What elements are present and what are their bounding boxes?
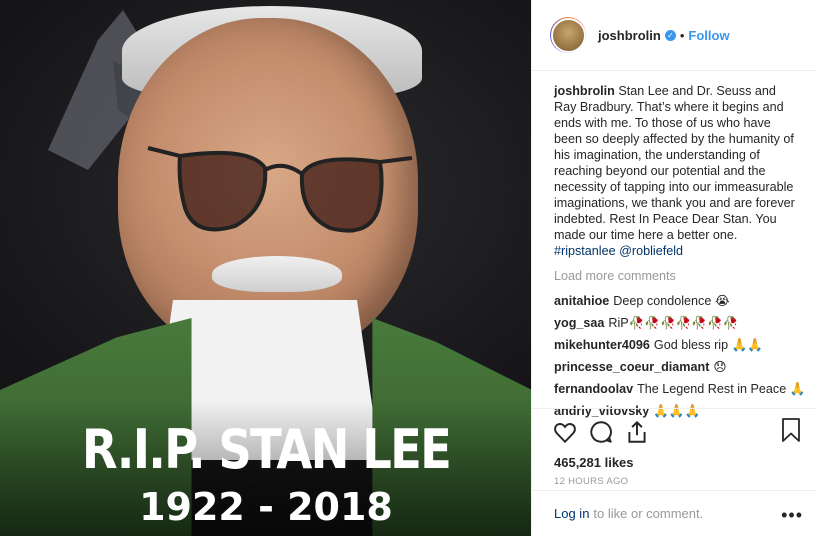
comment-item: fernandoolav The Legend Rest in Peace 🙏 <box>554 381 805 397</box>
comment-username[interactable]: mikehunter4096 <box>554 338 650 352</box>
comment-username[interactable]: yog_saa <box>554 316 604 330</box>
post-image[interactable]: R.I.P. STAN LEE 1922 - 2018 <box>0 0 531 536</box>
image-years: 1922 - 2018 <box>139 485 393 529</box>
comment-username[interactable]: anitahioe <box>554 294 609 308</box>
likes-count[interactable]: 465,281 likes <box>532 455 817 470</box>
caption-hashtag[interactable]: #ripstanlee <box>554 244 616 258</box>
comment-item: princesse_coeur_diamant 😞 <box>554 359 801 375</box>
share-icon[interactable] <box>624 419 650 445</box>
comments-section[interactable]: joshbrolin Stan Lee and Dr. Seuss and Ra… <box>532 71 817 419</box>
comment-item: mikehunter4096 God bless rip 🙏🙏 <box>554 337 801 353</box>
comment-text: God bless rip 🙏🙏 <box>653 338 763 352</box>
comment-text: Deep condolence 😭 <box>613 294 730 308</box>
login-text: to like or comment. <box>593 506 704 521</box>
comment-text: 😞 <box>713 360 727 374</box>
comment-icon[interactable] <box>588 419 614 445</box>
post-header: joshbrolin ✓ • Follow <box>532 0 817 71</box>
sunglasses-shape <box>147 146 413 233</box>
post-timestamp[interactable]: 12 HOURS AGO <box>532 476 817 487</box>
avatar-image <box>550 17 586 53</box>
comment-username[interactable]: princesse_coeur_diamant <box>554 360 709 374</box>
comment-item: yog_saa RiP🥀🥀🥀🥀🥀🥀🥀 <box>554 315 801 331</box>
follow-button[interactable]: Follow <box>688 28 729 43</box>
avatar[interactable] <box>550 17 586 53</box>
header-username[interactable]: joshbrolin <box>598 28 661 43</box>
post-actions: 465,281 likes 12 HOURS AGO <box>532 408 817 487</box>
bookmark-icon[interactable] <box>779 417 803 443</box>
heart-icon[interactable] <box>552 419 578 445</box>
mustache-shape <box>212 256 342 292</box>
header-separator: • <box>679 27 685 43</box>
more-options-button[interactable]: ••• <box>781 505 803 526</box>
comment-text: RiP🥀🥀🥀🥀🥀🥀🥀 <box>608 316 739 330</box>
image-title: R.I.P. STAN LEE <box>81 418 452 481</box>
login-link[interactable]: Log in <box>554 506 589 521</box>
caption-username[interactable]: joshbrolin <box>554 84 615 98</box>
comment-item: anitahioe Deep condolence 😭 <box>554 293 801 309</box>
post-panel: joshbrolin ✓ • Follow joshbrolin Stan Le… <box>531 0 817 536</box>
login-prompt: Log in to like or comment. ••• <box>532 490 817 536</box>
action-icons <box>532 417 817 447</box>
comment-username[interactable]: fernandoolav <box>554 382 633 396</box>
post-caption: joshbrolin Stan Lee and Dr. Seuss and Ra… <box>554 83 801 259</box>
load-more-comments-button[interactable]: Load more comments <box>554 269 801 283</box>
verified-badge-icon: ✓ <box>664 29 676 41</box>
comment-text: The Legend Rest in Peace 🙏 <box>637 382 806 396</box>
caption-mention[interactable]: @robliefeld <box>619 244 683 258</box>
instagram-post: R.I.P. STAN LEE 1922 - 2018 joshbrolin ✓… <box>0 0 817 536</box>
caption-text: Stan Lee and Dr. Seuss and Ray Bradbury.… <box>554 84 795 242</box>
